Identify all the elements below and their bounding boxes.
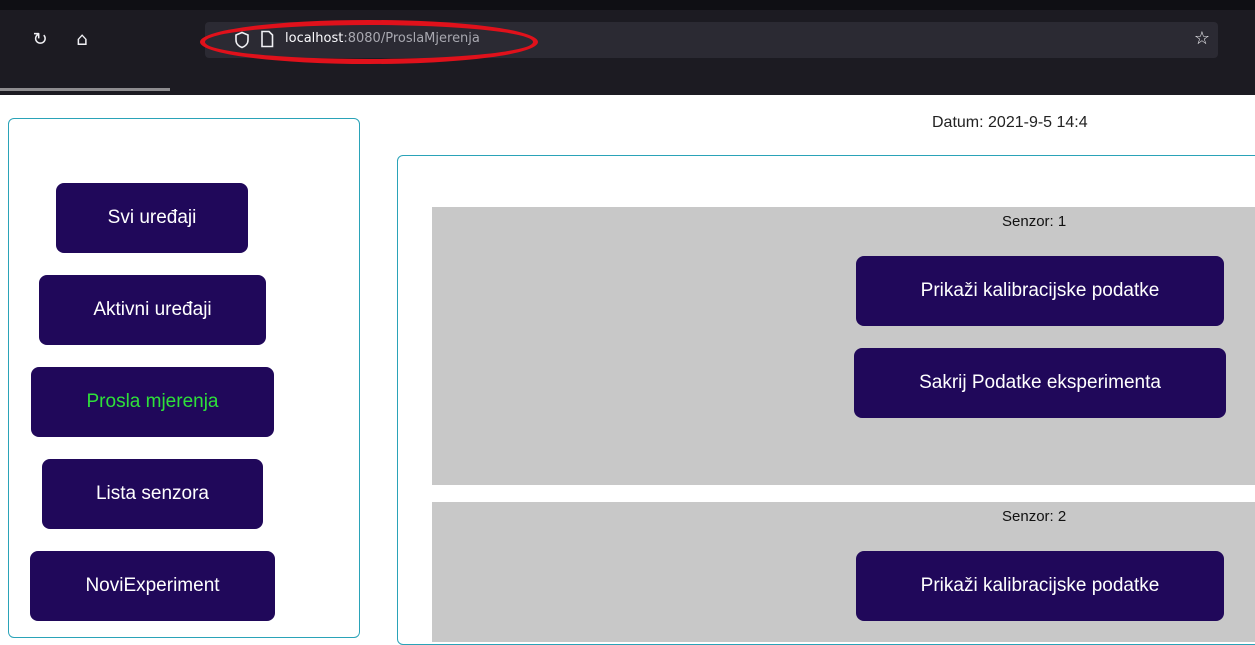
sensor-label: Senzor: 2 — [1002, 508, 1067, 525]
hide-experiment-data-button[interactable]: Sakrij Podatke eksperimenta — [854, 348, 1226, 418]
sidebar-item-noviexperiment[interactable]: NoviExperiment — [30, 551, 275, 621]
url-host: localhost — [285, 31, 344, 46]
sidebar-item-lista-senzora[interactable]: Lista senzora — [42, 459, 263, 529]
sidebar-item-label: Lista senzora — [95, 483, 209, 504]
page-icon — [261, 30, 274, 48]
title-strip — [0, 0, 1255, 10]
bookmarks-strip — [0, 88, 170, 91]
sidebar-item-label: Aktivni uređaji — [93, 299, 212, 320]
address-bar[interactable]: localhost:8080/ProslaMjerenja ☆ — [205, 22, 1218, 58]
reload-icon[interactable]: ↻ — [30, 30, 50, 50]
show-calibration-button[interactable]: Prikaži kalibracijske podatke — [856, 551, 1224, 621]
url-path: :8080/ProslaMjerenja — [343, 31, 480, 46]
show-calibration-button[interactable]: Prikaži kalibracijske podatke — [856, 256, 1224, 326]
url-text[interactable]: localhost:8080/ProslaMjerenja — [285, 31, 480, 46]
sidebar-item-aktivni-uredaji[interactable]: Aktivni uređaji — [39, 275, 266, 345]
sidebar-item-prosla-mjerenja[interactable]: Prosla mjerenja — [31, 367, 274, 437]
sensor-label: Senzor: 1 — [1002, 213, 1067, 230]
sidebar-item-svi-uredaji[interactable]: Svi uređaji — [56, 183, 248, 253]
sidebar-item-label: Prosla mjerenja — [86, 391, 219, 412]
star-icon[interactable]: ☆ — [1194, 28, 1210, 49]
datum-text: Datum: 2021-9-5 14:4 — [932, 114, 1088, 131]
browser-toolbar: ↻ ⌂ localhost:8080/ProslaMjerenja ☆ — [0, 0, 1255, 95]
button-label: Prikaži kalibracijske podatke — [920, 575, 1160, 596]
button-label: Prikaži kalibracijske podatke — [920, 280, 1160, 301]
sidebar-item-label: Svi uređaji — [107, 207, 197, 228]
shield-icon — [235, 31, 249, 49]
sensor-card: Senzor: 1 — [432, 207, 1255, 485]
button-label: Sakrij Podatke eksperimenta — [919, 372, 1161, 393]
sidebar-item-label: NoviExperiment — [85, 575, 220, 596]
home-icon[interactable]: ⌂ — [72, 30, 92, 50]
